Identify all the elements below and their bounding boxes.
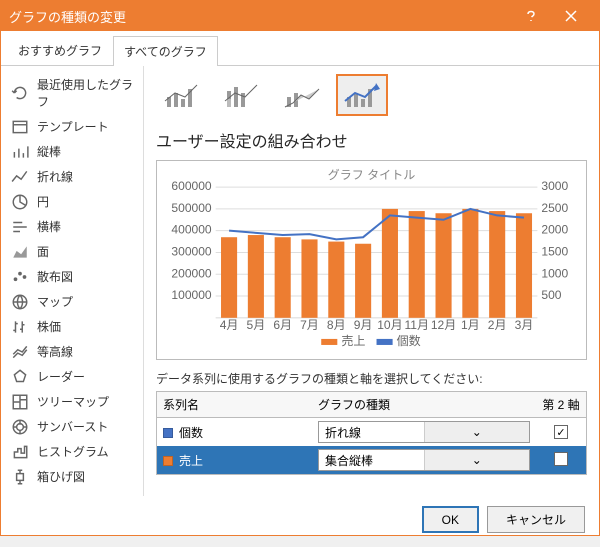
svg-text:7月: 7月	[300, 318, 319, 332]
scatter-icon	[11, 269, 29, 285]
svg-text:6月: 6月	[273, 318, 292, 332]
sidebar-item-pie[interactable]: 円	[1, 189, 143, 214]
svg-text:5月: 5月	[247, 318, 266, 332]
chevron-down-icon: ⌄	[424, 450, 530, 470]
series-table: 系列名 グラフの種類 第 2 軸 個数 折れ線⌄ ✓ 売上 集合縦棒⌄	[156, 391, 587, 475]
chart-preview[interactable]: グラフ タイトル 100000 200000 300000 400000 500000 60…	[156, 160, 587, 360]
svg-text:1500: 1500	[541, 244, 568, 258]
svg-text:3000: 3000	[541, 179, 568, 193]
subtype-4[interactable]	[336, 74, 388, 116]
header-series: 系列名	[157, 392, 312, 417]
boxwhisker-icon	[11, 469, 29, 485]
sidebar-item-surface[interactable]: 等高線	[1, 339, 143, 364]
sidebar-item-map[interactable]: マップ	[1, 289, 143, 314]
sidebar-item-column[interactable]: 縦棒	[1, 139, 143, 164]
series-type-combo-0[interactable]: 折れ線⌄	[318, 421, 530, 443]
svg-text:2月: 2月	[488, 318, 507, 332]
help-button[interactable]	[511, 1, 551, 31]
svg-text:4月: 4月	[220, 318, 239, 332]
svg-text:2500: 2500	[541, 201, 568, 215]
sidebar-item-waterfall[interactable]: ウォーターフォール	[1, 489, 143, 496]
area-icon	[11, 244, 29, 260]
radar-icon	[11, 369, 29, 385]
template-icon	[11, 119, 29, 135]
series-row-0[interactable]: 個数 折れ線⌄ ✓	[157, 418, 586, 446]
ok-button[interactable]: OK	[422, 506, 479, 533]
title-bar: グラフの種類の変更	[1, 1, 599, 31]
window-title: グラフの種類の変更	[9, 7, 511, 26]
treemap-icon	[11, 394, 29, 410]
bar-icon	[11, 219, 29, 235]
svg-text:12月: 12月	[431, 318, 456, 332]
sidebar-item-boxwhisker[interactable]: 箱ひげ図	[1, 464, 143, 489]
sidebar-item-bar[interactable]: 横棒	[1, 214, 143, 239]
subtype-3[interactable]	[276, 74, 328, 116]
svg-text:400000: 400000	[171, 223, 211, 237]
header-type: グラフの種類	[312, 392, 536, 417]
svg-text:500: 500	[541, 288, 561, 302]
column-icon	[11, 144, 29, 160]
svg-text:9月: 9月	[354, 318, 373, 332]
svg-text:600000: 600000	[171, 179, 211, 193]
svg-text:300000: 300000	[171, 244, 211, 258]
sidebar-item-histogram[interactable]: ヒストグラム	[1, 439, 143, 464]
svg-text:個数: 個数	[397, 333, 421, 348]
sunburst-icon	[11, 419, 29, 435]
series-color-0	[163, 428, 173, 438]
close-button[interactable]	[551, 1, 591, 31]
sidebar-item-area[interactable]: 面	[1, 239, 143, 264]
series-color-1	[163, 456, 173, 466]
header-axis: 第 2 軸	[536, 392, 586, 417]
tab-strip: おすすめグラフ すべてのグラフ	[1, 35, 599, 66]
sidebar-item-template[interactable]: テンプレート	[1, 114, 143, 139]
surface-icon	[11, 344, 29, 360]
svg-text:売上: 売上	[341, 333, 365, 348]
svg-text:200000: 200000	[171, 266, 211, 280]
tab-all[interactable]: すべてのグラフ	[113, 36, 218, 66]
subtype-thumbnails	[156, 74, 587, 116]
subtype-heading: ユーザー設定の組み合わせ	[156, 128, 587, 152]
svg-text:3月: 3月	[515, 318, 534, 332]
instruction-text: データ系列に使用するグラフの種類と軸を選択してください:	[156, 370, 587, 387]
svg-text:100000: 100000	[171, 288, 211, 302]
svg-text:8月: 8月	[327, 318, 346, 332]
stock-icon	[11, 319, 29, 335]
sidebar-item-treemap[interactable]: ツリーマップ	[1, 389, 143, 414]
svg-text:グラフ タイトル: グラフ タイトル	[328, 168, 416, 182]
svg-text:1月: 1月	[461, 318, 480, 332]
sidebar-item-stock[interactable]: 株価	[1, 314, 143, 339]
line-icon	[11, 169, 29, 185]
sidebar-item-recent[interactable]: 最近使用したグラフ	[1, 72, 143, 114]
subtype-1[interactable]	[156, 74, 208, 116]
histogram-icon	[11, 444, 29, 460]
svg-text:10月: 10月	[377, 318, 402, 332]
sidebar-item-sunburst[interactable]: サンバースト	[1, 414, 143, 439]
series-row-1[interactable]: 売上 集合縦棒⌄	[157, 446, 586, 474]
series-type-combo-1[interactable]: 集合縦棒⌄	[318, 449, 530, 471]
chart-type-list: 最近使用したグラフ テンプレート 縦棒 折れ線 円 横棒 面 散布図 マップ 株…	[1, 66, 143, 496]
pie-icon	[11, 194, 29, 210]
dialog-footer: OK キャンセル	[1, 496, 599, 547]
sidebar-item-scatter[interactable]: 散布図	[1, 264, 143, 289]
map-icon	[11, 294, 29, 310]
recent-icon	[11, 85, 29, 101]
chevron-down-icon: ⌄	[424, 422, 530, 442]
tab-recommended[interactable]: おすすめグラフ	[7, 35, 113, 65]
sidebar-item-radar[interactable]: レーダー	[1, 364, 143, 389]
subtype-2[interactable]	[216, 74, 268, 116]
svg-text:500000: 500000	[171, 201, 211, 215]
svg-text:1000: 1000	[541, 266, 568, 280]
dialog-window: グラフの種類の変更 おすすめグラフ すべてのグラフ 最近使用したグラフ テンプレ…	[0, 0, 600, 536]
sidebar-item-line[interactable]: 折れ線	[1, 164, 143, 189]
main-panel: ユーザー設定の組み合わせ グラフ タイトル 100000 200000 300000 4…	[143, 66, 599, 496]
axis2-checkbox-1[interactable]	[554, 452, 568, 466]
cancel-button[interactable]: キャンセル	[487, 506, 585, 533]
series-table-header: 系列名 グラフの種類 第 2 軸	[157, 392, 586, 418]
svg-text:2000: 2000	[541, 223, 568, 237]
svg-text:11月: 11月	[404, 318, 429, 332]
axis2-checkbox-0[interactable]: ✓	[554, 425, 568, 439]
